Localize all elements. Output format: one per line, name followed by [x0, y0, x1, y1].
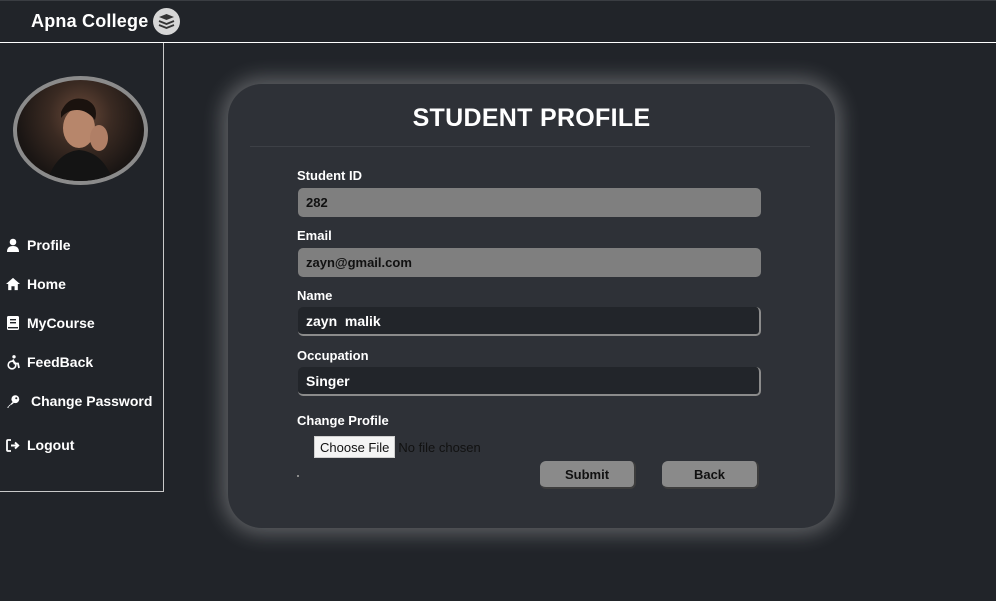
key-icon: [6, 394, 20, 408]
stack-books-icon: [153, 8, 181, 35]
email-field[interactable]: [298, 248, 761, 277]
occupation-label: Occupation: [297, 348, 369, 363]
sidebar-item-label: FeedBack: [27, 354, 94, 370]
sidebar-item-feedback[interactable]: FeedBack: [6, 354, 93, 370]
email-label: Email: [297, 228, 332, 243]
choose-file-button[interactable]: Choose File: [314, 436, 396, 458]
home-icon: [6, 277, 20, 291]
sidebar-item-label: Profile: [27, 237, 71, 253]
book-icon: [6, 316, 20, 330]
sidebar-item-label: Change Password: [31, 393, 153, 409]
logout-icon: [6, 438, 20, 452]
student-id-label: Student ID: [297, 168, 362, 183]
sidebar-item-label: Home: [27, 276, 66, 292]
brand-name[interactable]: Apna College: [31, 11, 148, 32]
file-input[interactable]: Choose File No file chosen: [314, 436, 481, 458]
occupation-field[interactable]: [298, 367, 761, 396]
avatar: [13, 76, 148, 185]
sidebar-item-label: MyCourse: [27, 315, 95, 331]
sidebar: Profile Home MyCourse FeedBack Change Pa…: [0, 43, 164, 492]
top-navbar: Apna College: [0, 0, 996, 43]
name-label: Name: [297, 288, 333, 303]
sidebar-item-mycourse[interactable]: MyCourse: [6, 315, 95, 331]
accessibility-icon: [6, 354, 20, 370]
change-profile-label: Change Profile: [297, 413, 389, 428]
sidebar-item-change-password[interactable]: Change Password: [6, 393, 152, 409]
submit-button[interactable]: Submit: [540, 461, 636, 489]
brand[interactable]: Apna College: [31, 8, 181, 35]
sidebar-item-label: Logout: [27, 437, 75, 453]
page-title: STUDENT PROFILE: [412, 104, 651, 132]
user-icon: [6, 238, 20, 252]
file-status: No file chosen: [398, 439, 481, 455]
title-divider: [250, 146, 810, 147]
sidebar-item-profile[interactable]: Profile: [6, 237, 71, 253]
divider-dot: [297, 475, 299, 477]
name-field[interactable]: [298, 307, 761, 336]
sidebar-item-home[interactable]: Home: [6, 276, 66, 292]
student-id-field[interactable]: [298, 188, 761, 217]
student-profile-card: STUDENT PROFILE Student ID Email Name Oc…: [228, 84, 835, 528]
sidebar-item-logout[interactable]: Logout: [6, 437, 74, 453]
back-button[interactable]: Back: [662, 461, 759, 489]
